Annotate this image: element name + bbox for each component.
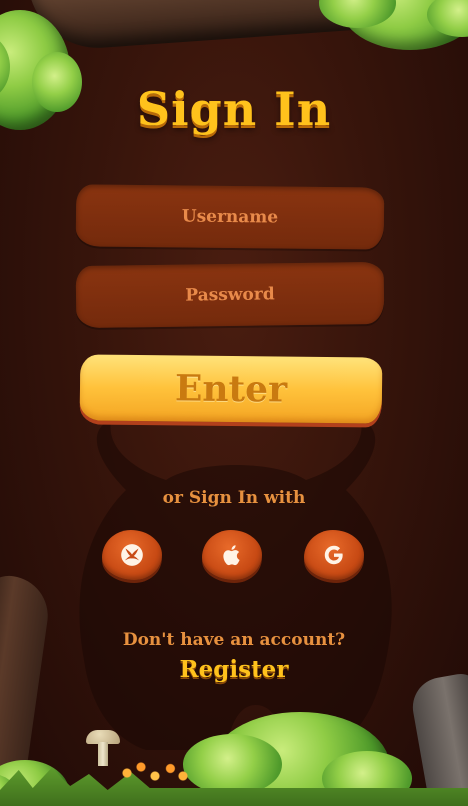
- register-link[interactable]: Register: [0, 656, 468, 683]
- password-input[interactable]: [75, 261, 385, 329]
- alt-signin-label: or Sign In with: [162, 488, 306, 508]
- mushroom: [86, 730, 120, 766]
- apple-icon: [223, 545, 240, 566]
- enter-button[interactable]: Enter: [79, 354, 383, 424]
- rock-right: [408, 670, 468, 802]
- username-input[interactable]: [75, 184, 385, 250]
- xbox-icon: [121, 544, 143, 566]
- google-signin-button[interactable]: [304, 530, 364, 580]
- no-account-label: Don't have an account?: [122, 630, 346, 650]
- password-field[interactable]: [75, 261, 385, 329]
- monster-silhouette: [79, 420, 392, 750]
- xbox-signin-button[interactable]: [102, 530, 162, 580]
- apple-signin-button[interactable]: [202, 530, 262, 580]
- google-icon: [324, 545, 343, 565]
- foliage-top-right: [319, 0, 468, 50]
- username-field[interactable]: [75, 184, 385, 250]
- sign-in-screen: Sign In Enter or Sign In with Don't have…: [0, 0, 468, 806]
- flowers: [120, 758, 190, 788]
- page-title: Sign In: [136, 82, 332, 136]
